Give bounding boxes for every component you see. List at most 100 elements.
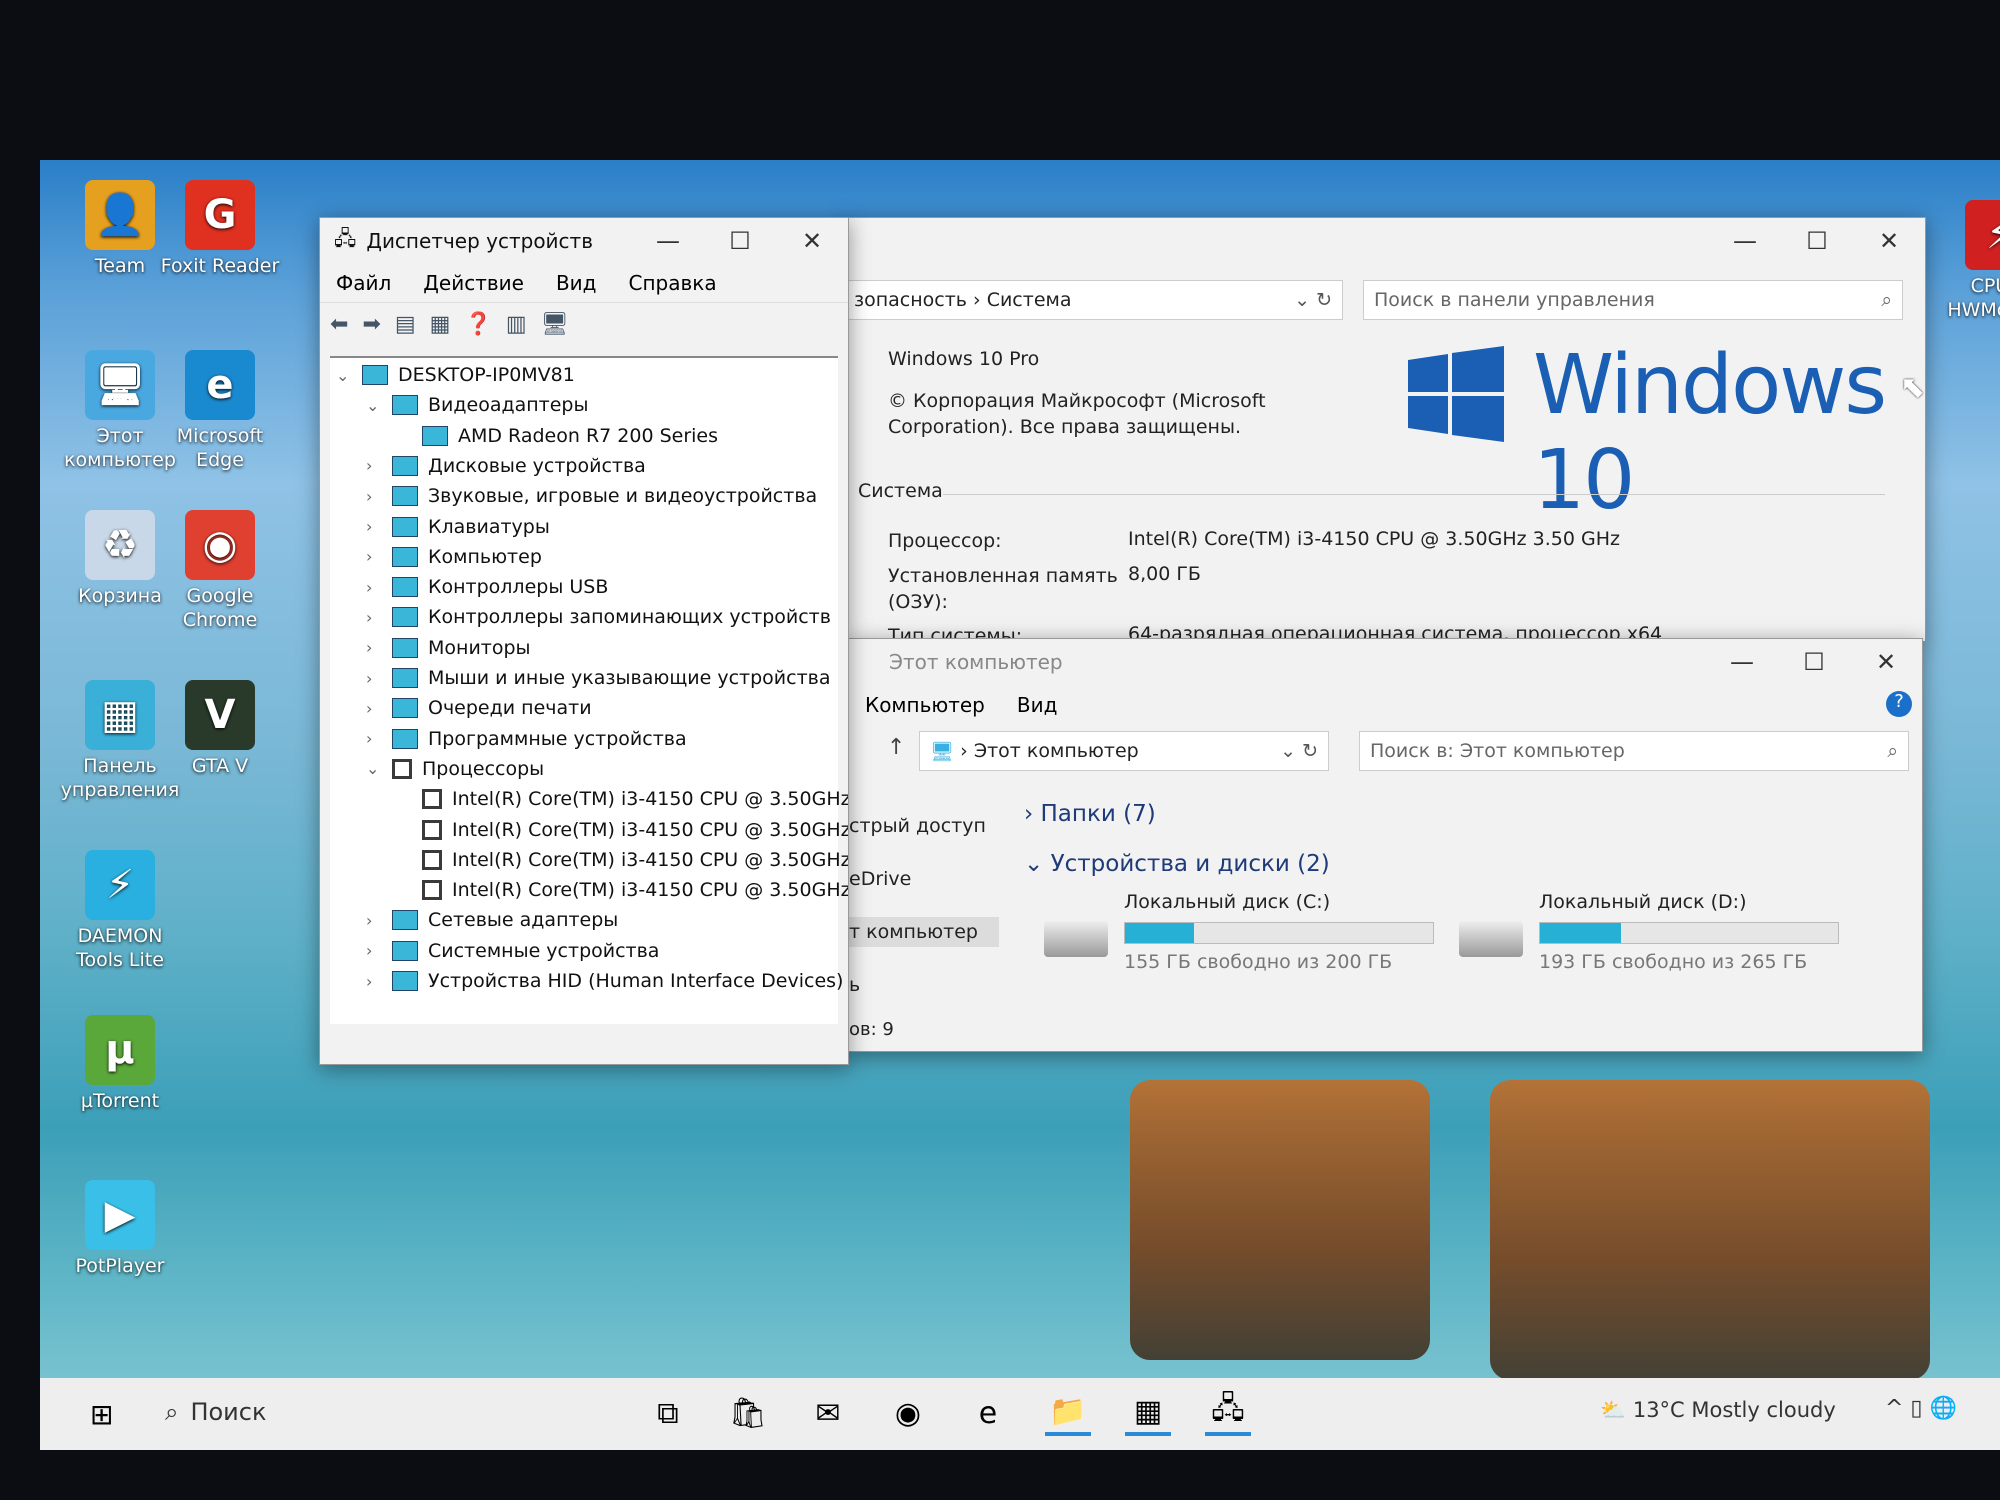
monitor-icon[interactable]: 🖥 — [541, 312, 569, 337]
tree-item[interactable]: Intel(R) Core(TM) i3-4150 CPU @ 3.50GHz — [396, 788, 848, 810]
tree-item[interactable]: ⌄ Видеоадаптеры — [366, 394, 589, 416]
menu-item[interactable]: Действие — [423, 271, 524, 295]
back-icon[interactable]: ⬅ — [330, 312, 348, 337]
tree-item[interactable]: › Мониторы — [366, 637, 531, 659]
app-icon: V — [185, 680, 255, 750]
search-input[interactable]: Поиск в панели управления ⌕ — [1363, 280, 1903, 320]
tree-item[interactable]: › Клавиатуры — [366, 516, 550, 538]
store-icon[interactable]: 🛍 — [725, 1390, 771, 1436]
desktop-icon[interactable]: G Foxit Reader — [160, 180, 280, 278]
group-drives[interactable]: ⌄ Устройства и диски (2) — [1024, 851, 1330, 877]
chevron-right-icon[interactable]: › — [366, 547, 382, 566]
up-button[interactable]: ↑ — [887, 735, 905, 760]
chevron-down-icon[interactable]: ⌄ — [366, 396, 382, 415]
nav-item[interactable]: eDrive — [849, 864, 999, 894]
menu-item[interactable]: Вид — [556, 271, 597, 295]
chevron-right-icon[interactable]: › — [366, 911, 382, 930]
tree-item[interactable]: Intel(R) Core(TM) i3-4150 CPU @ 3.50GHz — [396, 819, 848, 841]
maximize-button[interactable]: ☐ — [1781, 218, 1853, 264]
start-button[interactable]: ⊞ — [90, 1398, 113, 1431]
desktop-icon[interactable]: V GTA V — [160, 680, 280, 778]
chevron-right-icon[interactable]: › — [366, 517, 382, 536]
close-button[interactable]: ✕ — [1850, 639, 1922, 685]
tree-item[interactable]: ⌄ Процессоры — [366, 758, 544, 780]
group-folders[interactable]: › Папки (7) — [1024, 801, 1156, 827]
tree-item[interactable]: › Компьютер — [366, 546, 542, 568]
properties-icon[interactable]: ▤ — [395, 312, 416, 337]
tree-item[interactable]: › Очереди печати — [366, 697, 592, 719]
mail-icon[interactable]: ✉ — [805, 1390, 851, 1436]
tree-item[interactable]: › Контроллеры USB — [366, 576, 608, 598]
tree-item[interactable]: › Контроллеры запоминающих устройств — [366, 606, 831, 628]
breadcrumb-item[interactable]: зопасность — [854, 289, 967, 311]
ribbon-tab[interactable]: Компьютер — [865, 693, 985, 717]
device-category-icon — [392, 546, 418, 567]
breadcrumb-item[interactable]: Система — [987, 289, 1072, 311]
minimize-button[interactable]: — — [1709, 218, 1781, 264]
tree-item[interactable]: ⌄ DESKTOP-IP0MV81 — [336, 364, 575, 386]
drive-name[interactable]: Локальный диск (D:) — [1539, 891, 1747, 913]
chevron-right-icon[interactable]: › — [366, 456, 382, 475]
desktop-icon[interactable]: ▶ PotPlayer — [60, 1180, 180, 1278]
forward-icon[interactable]: ➡ — [362, 312, 380, 337]
control-panel-icon[interactable]: ▦ — [1125, 1390, 1171, 1436]
search-input[interactable]: Поиск в: Этот компьютер ⌕ — [1359, 731, 1909, 771]
nav-item[interactable]: стрый доступ — [849, 811, 999, 841]
tree-item[interactable]: Intel(R) Core(TM) i3-4150 CPU @ 3.50GHz — [396, 879, 848, 901]
refresh-icon[interactable]: ⌄ ↻ — [1294, 289, 1332, 311]
device-manager-icon[interactable]: 🖧 — [1205, 1390, 1251, 1436]
tree-item[interactable]: › Сетевые адаптеры — [366, 909, 618, 931]
drive-name[interactable]: Локальный диск (C:) — [1124, 891, 1330, 913]
update-icon[interactable]: ▦ — [430, 312, 451, 337]
desktop-icon[interactable]: ⚡ CPUID HWMonitor — [1940, 200, 2000, 322]
tree-item[interactable]: Intel(R) Core(TM) i3-4150 CPU @ 3.50GHz — [396, 849, 848, 871]
chrome-icon[interactable]: ◉ — [885, 1390, 931, 1436]
chevron-right-icon[interactable]: › — [366, 699, 382, 718]
menu-item[interactable]: Файл — [336, 271, 391, 295]
view-icon[interactable]: ▥ — [506, 312, 527, 337]
device-tree[interactable]: ⌄ DESKTOP-IP0MV81 ⌄ Видеоадаптеры AMD Radeon… — [330, 356, 848, 1024]
tree-item[interactable]: › Дисковые устройства — [366, 455, 646, 477]
tree-item[interactable]: AMD Radeon R7 200 Series — [396, 425, 718, 447]
desktop-icon[interactable]: ⚡ DAEMON Tools Lite — [60, 850, 180, 972]
taskbar-search[interactable]: ⌕ Поиск — [165, 1398, 266, 1426]
help-icon[interactable]: ? — [1886, 691, 1912, 717]
minimize-button[interactable]: — — [632, 218, 704, 264]
desktop-icon[interactable]: e Microsoft Edge — [160, 350, 280, 472]
edge-icon[interactable]: e — [965, 1390, 1011, 1436]
task-view-icon[interactable]: ⧉ — [645, 1390, 691, 1436]
tree-item[interactable]: › Устройства HID (Human Interface Devices… — [366, 970, 843, 992]
close-button[interactable]: ✕ — [776, 218, 848, 264]
close-button[interactable]: ✕ — [1853, 218, 1925, 264]
minimize-button[interactable]: — — [1706, 639, 1778, 685]
chevron-right-icon[interactable]: › — [366, 972, 382, 991]
chevron-right-icon[interactable]: › — [366, 608, 382, 627]
desktop-icon[interactable]: ◉ Google Chrome — [160, 510, 280, 632]
address-bar[interactable]: зопасность › Система ⌄ ↻ — [843, 280, 1343, 320]
desktop-icon[interactable]: µ µTorrent — [60, 1015, 180, 1113]
file-explorer-icon[interactable]: 📁 — [1045, 1390, 1091, 1436]
address-bar[interactable]: 🖥 › Этот компьютер ⌄ ↻ — [919, 731, 1329, 771]
chevron-down-icon[interactable]: ⌄ — [336, 366, 352, 385]
nav-item[interactable]: т компьютер — [849, 917, 999, 947]
chevron-right-icon[interactable]: › — [366, 638, 382, 657]
chevron-down-icon[interactable]: ⌄ — [366, 759, 382, 778]
menu-item[interactable]: Справка — [628, 271, 716, 295]
nav-item[interactable]: ь — [849, 970, 999, 1000]
refresh-icon[interactable]: ⌄ ↻ — [1280, 740, 1318, 762]
chevron-right-icon[interactable]: › — [366, 578, 382, 597]
chevron-right-icon[interactable]: › — [366, 487, 382, 506]
tree-item[interactable]: › Программные устройства — [366, 728, 687, 750]
chevron-right-icon[interactable]: › — [366, 669, 382, 688]
maximize-button[interactable]: ☐ — [704, 218, 776, 264]
maximize-button[interactable]: ☐ — [1778, 639, 1850, 685]
ribbon-tab[interactable]: Вид — [1017, 693, 1058, 717]
chevron-right-icon[interactable]: › — [366, 729, 382, 748]
weather-widget[interactable]: ⛅ 13°C Mostly cloudy — [1600, 1398, 1836, 1423]
chevron-right-icon[interactable]: › — [366, 941, 382, 960]
tree-item[interactable]: › Звуковые, игровые и видеоустройства — [366, 485, 817, 507]
tree-item[interactable]: › Мыши и иные указывающие устройства — [366, 667, 830, 689]
tree-item[interactable]: › Системные устройства — [366, 940, 659, 962]
tray-icons[interactable]: ^ ▯ 🌐 — [1885, 1396, 1957, 1421]
help-icon[interactable]: ❓ — [464, 312, 491, 337]
